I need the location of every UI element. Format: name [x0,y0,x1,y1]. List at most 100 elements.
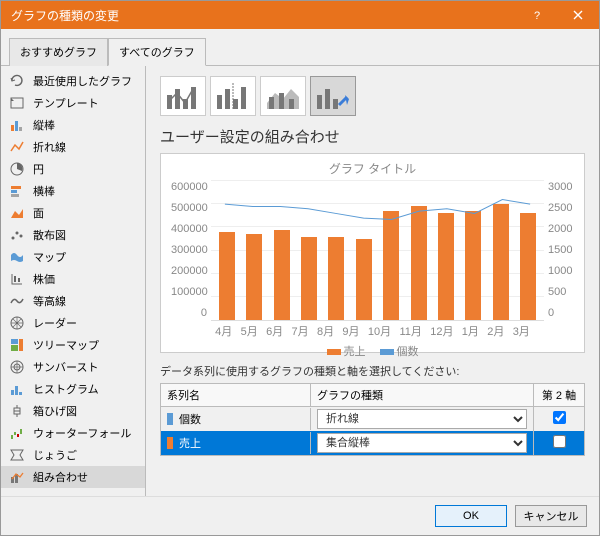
subtype-row [160,76,585,116]
sidebar-item-8[interactable]: マップ [1,246,145,268]
chart-preview-title: グラフ タイトル [171,160,574,177]
sidebar-icon-13 [9,359,25,375]
secondary-axis-checkbox[interactable] [553,411,566,424]
sidebar-item-18[interactable]: 組み合わせ [1,466,145,488]
sidebar-label: じょうご [33,447,77,463]
sidebar-item-1[interactable]: テンプレート [1,92,145,114]
help-button[interactable]: ? [515,1,557,29]
series-table: 系列名 グラフの種類 第 2 軸 個数折れ線売上集合縦棒 [160,383,585,456]
chart-preview[interactable]: グラフ タイトル 6000005000004000003000002000001… [160,153,585,353]
series-axis-cell [534,408,584,430]
content: 最近使用したグラフテンプレート縦棒折れ線円横棒面散布図マップ株価等高線レーダーツ… [1,66,599,496]
header-secondary-axis: 第 2 軸 [534,384,584,406]
series-type-select[interactable]: 折れ線 [317,409,527,429]
sidebar-label: 最近使用したグラフ [33,73,132,89]
sidebar-icon-7 [9,227,25,243]
sidebar-icon-14 [9,381,25,397]
sidebar-icon-4 [9,161,25,177]
tab-strip: おすすめグラフ すべてのグラフ [1,29,599,66]
series-color-swatch [167,437,173,449]
close-button[interactable] [557,1,599,29]
sidebar-label: 株価 [33,271,55,287]
sidebar-item-14[interactable]: ヒストグラム [1,378,145,400]
sidebar-item-15[interactable]: 箱ひげ図 [1,400,145,422]
sidebar-label: 縦棒 [33,117,55,133]
series-name-cell: 個数 [161,408,311,430]
sidebar-item-4[interactable]: 円 [1,158,145,180]
sidebar-item-3[interactable]: 折れ線 [1,136,145,158]
x-axis-labels: 4月5月6月7月8月9月10月11月12月1月2月3月 [171,321,574,339]
sidebar-icon-17 [9,447,25,463]
combo-subtype-2[interactable] [210,76,256,116]
legend-item-1: 売上 [327,343,366,359]
sidebar-label: 面 [33,205,44,221]
combo-subtype-3[interactable] [260,76,306,116]
tab-recommended[interactable]: おすすめグラフ [9,38,108,66]
series-type-select[interactable]: 集合縦棒 [317,433,527,453]
sidebar-label: レーダー [33,315,77,331]
sidebar-item-17[interactable]: じょうご [1,444,145,466]
titlebar: グラフの種類の変更 ? [1,1,599,29]
secondary-axis-checkbox[interactable] [553,435,566,448]
sidebar-label: 等高線 [33,293,66,309]
chart-legend: 売上 個数 [171,343,574,359]
chart-area: 6000005000004000003000002000001000000 30… [171,181,574,321]
sidebar-icon-1 [9,95,25,111]
sidebar-icon-9 [9,271,25,287]
chart-category-sidebar: 最近使用したグラフテンプレート縦棒折れ線円横棒面散布図マップ株価等高線レーダーツ… [1,66,146,496]
y2-axis-labels: 300025002000150010005000 [544,181,574,321]
plot-area [211,181,544,321]
ok-button[interactable]: OK [435,505,507,527]
sidebar-icon-18 [9,469,25,485]
sidebar-icon-3 [9,139,25,155]
sidebar-label: ヒストグラム [33,381,99,397]
header-chart-type: グラフの種類 [311,384,534,406]
series-color-swatch [167,413,173,425]
sidebar-icon-10 [9,293,25,309]
sidebar-label: 横棒 [33,183,55,199]
sidebar-item-16[interactable]: ウォーターフォール [1,422,145,444]
tab-all[interactable]: すべてのグラフ [108,38,206,66]
sidebar-item-2[interactable]: 縦棒 [1,114,145,136]
sidebar-label: 組み合わせ [33,469,88,485]
series-axis-cell [534,432,584,454]
sidebar-label: テンプレート [33,95,99,111]
sidebar-item-7[interactable]: 散布図 [1,224,145,246]
change-chart-type-dialog: グラフの種類の変更 ? おすすめグラフ すべてのグラフ 最近使用したグラフテンプ… [0,0,600,536]
series-row-0[interactable]: 個数折れ線 [161,407,584,431]
series-name-cell: 売上 [161,432,311,454]
sidebar-icon-11 [9,315,25,331]
sidebar-item-9[interactable]: 株価 [1,268,145,290]
combo-subtype-custom[interactable] [310,76,356,116]
cancel-button[interactable]: キャンセル [515,505,587,527]
svg-text:?: ? [534,10,540,20]
sidebar-item-13[interactable]: サンバースト [1,356,145,378]
sidebar-label: 散布図 [33,227,66,243]
sidebar-label: 円 [33,161,44,177]
window-title: グラフの種類の変更 [11,7,515,24]
series-type-cell: 折れ線 [311,406,534,432]
combo-subtype-1[interactable] [160,76,206,116]
sidebar-icon-5 [9,183,25,199]
legend-swatch-1 [327,349,341,355]
sidebar-icon-2 [9,117,25,133]
series-type-cell: 集合縦棒 [311,430,534,456]
sidebar-icon-12 [9,337,25,353]
sidebar-item-12[interactable]: ツリーマップ [1,334,145,356]
sidebar-icon-6 [9,205,25,221]
dialog-buttons: OK キャンセル [1,496,599,535]
sidebar-label: 箱ひげ図 [33,403,77,419]
series-row-1[interactable]: 売上集合縦棒 [161,431,584,455]
header-series-name: 系列名 [161,384,311,406]
sidebar-item-5[interactable]: 横棒 [1,180,145,202]
sidebar-label: 折れ線 [33,139,66,155]
subtype-title: ユーザー設定の組み合わせ [160,126,585,147]
sidebar-icon-16 [9,425,25,441]
sidebar-item-11[interactable]: レーダー [1,312,145,334]
y-axis-labels: 6000005000004000003000002000001000000 [171,181,211,321]
sidebar-item-0[interactable]: 最近使用したグラフ [1,70,145,92]
sidebar-item-6[interactable]: 面 [1,202,145,224]
sidebar-label: ウォーターフォール [33,425,131,441]
sidebar-label: ツリーマップ [33,337,99,353]
sidebar-item-10[interactable]: 等高線 [1,290,145,312]
